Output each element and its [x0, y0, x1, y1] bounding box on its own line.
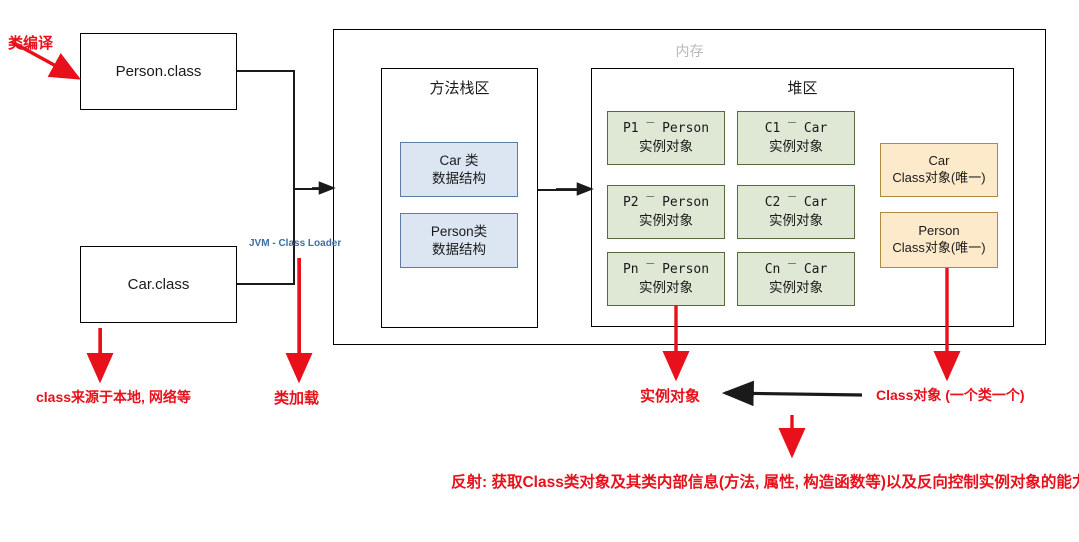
- method-area-item-line2: 数据结构: [432, 241, 486, 257]
- instance-line2: 实例对象: [639, 138, 693, 154]
- heap-instance-cn[interactable]: Cn ‾ Car 实例对象: [737, 252, 855, 306]
- annotation-instance-object: 实例对象: [640, 388, 701, 405]
- class-object-person[interactable]: Person Class对象(唯一): [880, 212, 998, 268]
- instance-line2: 实例对象: [769, 212, 823, 228]
- class-object-line1: Person: [918, 223, 960, 239]
- method-area-container: 方法栈区: [381, 68, 538, 328]
- instance-line2: 实例对象: [769, 279, 823, 295]
- annotation-class-object: Class对象 (一个类一个): [876, 387, 1025, 403]
- instance-line1: P2 ‾ Person: [622, 194, 710, 210]
- annotation-class-load: 类加载: [274, 390, 320, 407]
- method-area-item-car[interactable]: Car 类 数据结构: [400, 142, 518, 197]
- method-area-item-person[interactable]: Person类 数据结构: [400, 213, 518, 268]
- instance-line2: 实例对象: [639, 212, 693, 228]
- diagram-canvas: Person.class Car.class 内存 方法栈区 Car 类 数据结…: [0, 0, 1079, 542]
- method-area-item-line1: Person类: [430, 223, 488, 239]
- heap-instance-c2[interactable]: C2 ‾ Car 实例对象: [737, 185, 855, 239]
- class-object-car[interactable]: Car Class对象(唯一): [880, 143, 998, 197]
- class-file-box-person[interactable]: Person.class: [80, 33, 237, 110]
- annotation-reflection: 反射: 获取Class类对象及其类内部信息(方法, 属性, 构造函数等)以及反向…: [451, 474, 1079, 491]
- method-area-item-line2: 数据结构: [432, 170, 486, 186]
- heap-instance-p1[interactable]: P1 ‾ Person 实例对象: [607, 111, 725, 165]
- class-object-line2: Class对象(唯一): [892, 240, 986, 255]
- heap-instance-c1[interactable]: C1 ‾ Car 实例对象: [737, 111, 855, 165]
- annotation-class-source: class来源于本地, 网络等: [36, 389, 191, 405]
- connector-car-vertical: [293, 188, 295, 284]
- instance-line1: Pn ‾ Person: [622, 261, 710, 277]
- instance-line1: C1 ‾ Car: [764, 120, 828, 136]
- instance-line2: 实例对象: [639, 279, 693, 295]
- connector-person-horizontal: [237, 70, 295, 72]
- method-area-item-line1: Car 类: [439, 152, 479, 168]
- heap-instance-pn[interactable]: Pn ‾ Person 实例对象: [607, 252, 725, 306]
- jvm-class-loader-label: JVM - Class Loader: [249, 238, 342, 249]
- instance-line2: 实例对象: [769, 138, 823, 154]
- heap-instance-p2[interactable]: P2 ‾ Person 实例对象: [607, 185, 725, 239]
- class-object-line2: Class对象(唯一): [892, 170, 986, 185]
- class-file-label: Car.class: [127, 275, 190, 293]
- heap-title: 堆区: [787, 80, 818, 97]
- connector-car-horizontal: [237, 283, 295, 285]
- connector-method-to-heap: [538, 189, 580, 191]
- connector-loader-to-memory: [293, 188, 331, 190]
- class-file-box-car[interactable]: Car.class: [80, 246, 237, 323]
- red-marker-class-load: [298, 258, 302, 360]
- annotation-class-compile: 类编译: [8, 35, 54, 52]
- memory-title: 内存: [675, 43, 704, 59]
- method-area-title: 方法栈区: [429, 80, 490, 97]
- instance-line1: P1 ‾ Person: [622, 120, 710, 136]
- instance-line1: Cn ‾ Car: [764, 261, 828, 277]
- instance-line1: C2 ‾ Car: [764, 194, 828, 210]
- class-file-label: Person.class: [115, 62, 202, 80]
- connector-person-vertical: [293, 70, 295, 188]
- red-marker-class-source: [99, 328, 103, 361]
- class-object-line1: Car: [928, 153, 950, 169]
